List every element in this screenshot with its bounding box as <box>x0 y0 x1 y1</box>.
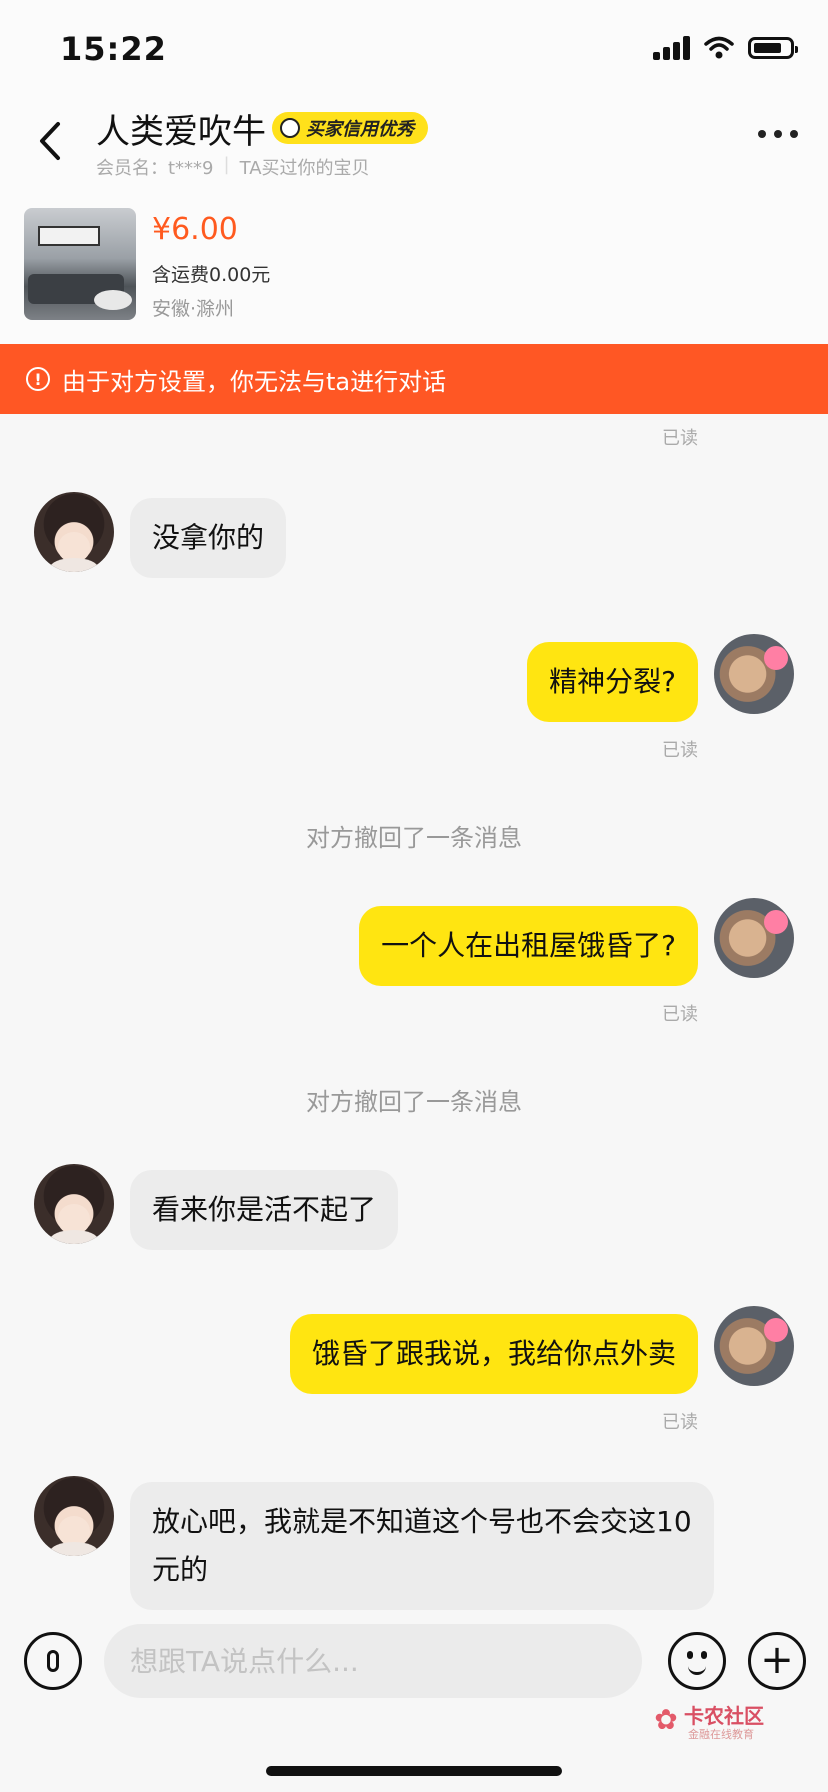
contact-avatar[interactable] <box>34 1164 114 1244</box>
my-avatar[interactable] <box>714 898 794 978</box>
alert-circle-icon: ! <box>26 367 50 391</box>
product-card[interactable]: ¥6.00 含运费0.00元 安徽·滁州 <box>0 188 828 344</box>
message-bubble-outgoing[interactable]: 饿昏了跟我说，我给你点外卖 <box>289 1314 698 1394</box>
divider: | <box>223 154 230 175</box>
my-avatar[interactable] <box>714 1306 794 1386</box>
watermark-sub: 金融在线教育 <box>688 1728 754 1741</box>
read-status: 已读 <box>662 1004 698 1025</box>
watermark-main: 卡农社区 <box>684 1704 764 1728</box>
home-indicator[interactable] <box>266 1766 562 1776</box>
message-bubble-incoming[interactable]: 放心吧，我就是不知道这个号也不会交这10元的 <box>130 1482 714 1610</box>
product-thumbnail <box>24 208 136 320</box>
message-bubble-outgoing[interactable]: 一个人在出租屋饿昏了? <box>359 906 698 986</box>
more-dots-icon[interactable] <box>758 130 798 138</box>
chat-header: 人类爱吹牛 买家信用优秀 会员名：t***9 | TA买过你的宝贝 <box>0 96 828 188</box>
recall-notice: 对方撤回了一条消息 <box>306 1088 522 1116</box>
product-price: ¥6.00 <box>152 212 238 247</box>
badge-face-icon <box>280 118 300 138</box>
credit-badge: 买家信用优秀 <box>272 112 428 144</box>
read-status: 已读 <box>662 740 698 761</box>
my-avatar[interactable] <box>714 634 794 714</box>
contact-avatar[interactable] <box>34 1476 114 1556</box>
emoji-icon[interactable] <box>668 1632 726 1690</box>
status-icons <box>653 36 798 60</box>
warning-banner: ! 由于对方设置，你无法与ta进行对话 <box>0 344 828 414</box>
watermark: ✿ 卡农社区 金融在线教育 <box>650 1700 810 1744</box>
read-status: 已读 <box>662 428 698 449</box>
contact-name[interactable]: 人类爱吹牛 <box>96 104 266 153</box>
status-bar: 15:22 <box>0 0 828 96</box>
watermark-logo-icon: ✿ <box>654 1703 678 1736</box>
product-shipping: 含运费0.00元 <box>152 264 271 286</box>
member-info: 会员名：t***9 | TA买过你的宝贝 <box>96 154 370 180</box>
member-label-and-name: 会员名：t***9 <box>96 158 214 179</box>
message-bubble-outgoing[interactable]: 精神分裂? <box>527 642 698 722</box>
microphone-icon[interactable] <box>24 1632 82 1690</box>
status-time: 15:22 <box>60 30 167 68</box>
message-bubble-incoming[interactable]: 看来你是活不起了 <box>130 1170 399 1250</box>
warning-text: 由于对方设置，你无法与ta进行对话 <box>62 367 447 396</box>
recall-notice: 对方撤回了一条消息 <box>306 824 522 852</box>
message-input[interactable] <box>104 1624 642 1698</box>
contact-avatar[interactable] <box>34 492 114 572</box>
battery-icon <box>748 37 798 59</box>
credit-badge-label: 买家信用优秀 <box>306 119 414 140</box>
read-status: 已读 <box>662 1412 698 1433</box>
product-location: 安徽·滁州 <box>152 298 235 320</box>
wifi-icon <box>704 36 734 59</box>
bought-note: TA买过你的宝贝 <box>239 158 370 179</box>
message-bubble-incoming[interactable]: 没拿你的 <box>130 498 287 578</box>
plus-icon[interactable]: + <box>748 1632 806 1690</box>
chevron-left-icon[interactable] <box>30 116 70 166</box>
cellular-signal-icon <box>653 36 690 60</box>
